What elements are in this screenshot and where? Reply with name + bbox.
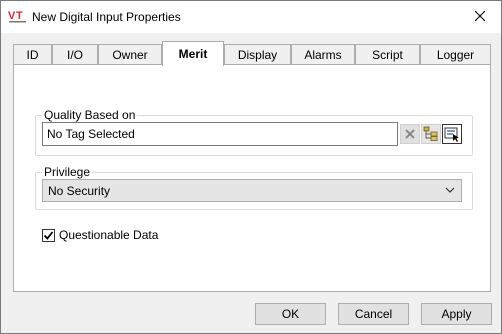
properties-dialog: V T New Digital Input Properties ID I/O … [0, 0, 502, 334]
tab-alarms[interactable]: Alarms [291, 44, 355, 64]
svg-text:V: V [8, 10, 16, 22]
privilege-select[interactable]: No Security [42, 179, 462, 202]
close-icon [475, 11, 485, 21]
tab-owner[interactable]: Owner [98, 44, 162, 64]
browse-tag-button[interactable] [421, 124, 441, 144]
chevron-down-icon [445, 187, 455, 193]
questionable-data-label: Questionable Data [59, 228, 159, 242]
tab-io[interactable]: I/O [52, 44, 98, 64]
questionable-data-row[interactable]: Questionable Data [42, 227, 158, 243]
tab-strip: ID I/O Owner Merit Display Alarms Script… [13, 41, 491, 66]
clear-tag-button[interactable] [400, 124, 420, 144]
checkmark-icon [43, 230, 54, 240]
questionable-data-checkbox[interactable] [42, 228, 55, 242]
tab-logger[interactable]: Logger [420, 44, 491, 64]
quality-group-label: Quality Based on [42, 108, 138, 122]
tab-script[interactable]: Script [355, 44, 420, 64]
clear-x-icon [405, 129, 415, 139]
quality-tag-field[interactable]: No Tag Selected [42, 122, 398, 146]
window-title: New Digital Input Properties [32, 10, 181, 24]
vt-logo-icon: V T [8, 10, 26, 23]
tab-io-label: I/O [66, 47, 83, 62]
privilege-selected-value: No Security [48, 184, 111, 198]
tag-browser-icon [423, 126, 438, 141]
tab-owner-label: Owner [112, 47, 148, 62]
tab-script-label: Script [372, 47, 403, 62]
tab-id-label: ID [26, 47, 39, 62]
select-tag-button[interactable] [442, 124, 462, 144]
tab-merit[interactable]: Merit [162, 41, 224, 66]
tab-display-label: Display [237, 47, 278, 62]
close-button[interactable] [465, 1, 495, 31]
tab-logger-label: Logger [436, 47, 475, 62]
cancel-button[interactable]: Cancel [338, 303, 409, 325]
apply-button[interactable]: Apply [421, 303, 492, 325]
tab-id[interactable]: ID [13, 44, 52, 64]
tab-alarms-label: Alarms [304, 47, 342, 62]
select-tag-icon [444, 127, 459, 142]
ok-button[interactable]: OK [255, 303, 326, 325]
privilege-group-label: Privilege [42, 165, 93, 179]
tab-merit-label: Merit [178, 47, 208, 61]
title-bar: V T New Digital Input Properties [1, 1, 501, 33]
tab-display[interactable]: Display [224, 44, 291, 64]
svg-text:T: T [16, 10, 23, 22]
